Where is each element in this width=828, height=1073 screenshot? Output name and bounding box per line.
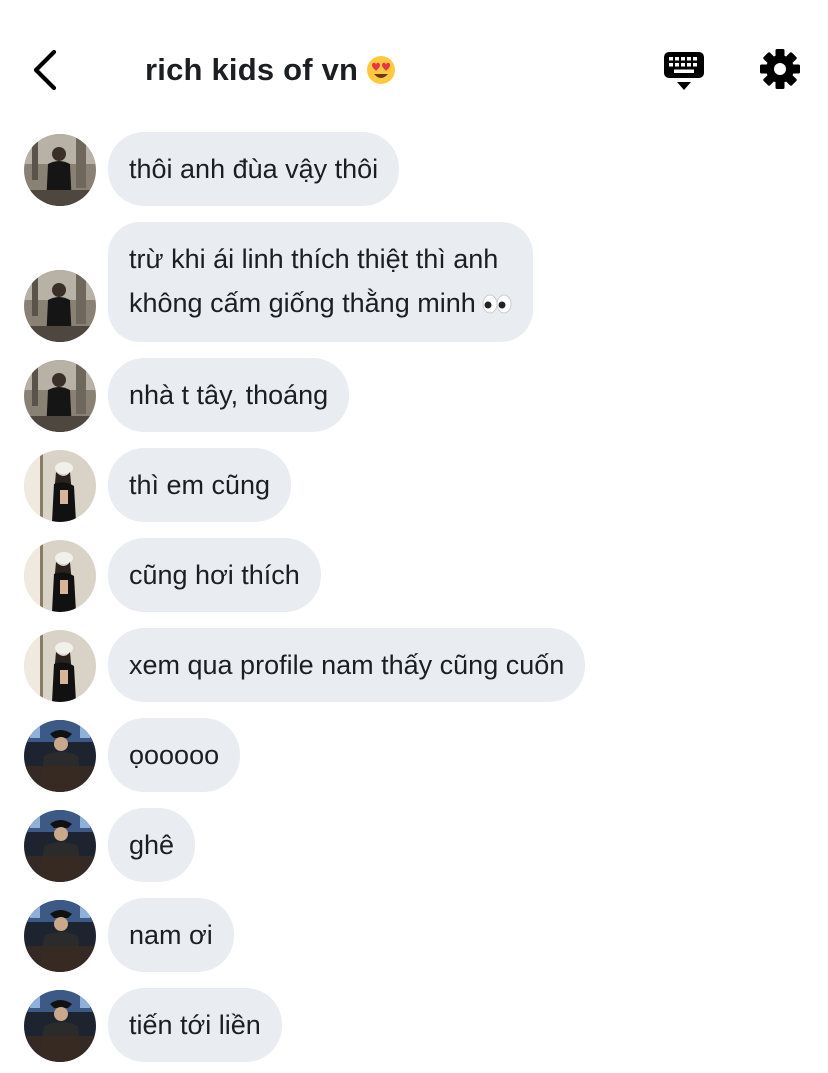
message-bubble: thôi anh đùa vậy thôi [108,132,400,206]
message-bubble: nhà t tây, thoáng [108,358,350,432]
avatar[interactable] [24,134,96,206]
keyboard-icon [664,52,704,90]
message-bubble: xem qua profile nam thấy cũng cuốn [108,628,586,702]
eyes-emoji-icon [482,294,512,314]
avatar[interactable] [24,810,96,882]
chat-header: rich kids of vn [0,0,828,120]
chevron-left-icon [33,49,57,91]
message-text-line-1: trừ khi ái linh thích thiệt thì anh [129,244,499,274]
message-text: thì em cũng [129,470,271,500]
settings-button[interactable] [758,47,802,91]
avatar[interactable] [24,450,96,522]
avatar[interactable] [24,990,96,1062]
message-bubble: tiến tới liền [108,988,282,1062]
avatar[interactable] [24,630,96,702]
message-bubble: ghê [108,808,196,882]
avatar[interactable] [24,360,96,432]
message-bubble: nam ơi [108,898,234,972]
message-text: nam ơi [129,920,213,950]
message-text: tiến tới liền [129,1010,261,1040]
avatar[interactable] [24,270,96,342]
message-text: nhà t tây, thoáng [129,380,329,410]
message-bubble: trừ khi ái linh thích thiệt thì anh khôn… [108,222,533,342]
message-text: ghê [129,830,175,860]
group-title-text: rich kids of vn [145,52,359,87]
gear-icon [760,49,800,89]
message-text: ọooooo [129,740,220,770]
message-text: xem qua profile nam thấy cũng cuốn [129,650,565,680]
message-bubble: cũng hơi thích [108,538,321,612]
avatar[interactable] [24,720,96,792]
heart-eyes-emoji-icon [367,56,396,84]
avatar[interactable] [24,540,96,612]
keyboard-button[interactable] [662,48,706,92]
avatar[interactable] [24,900,96,972]
back-button[interactable] [26,46,66,94]
message-text: thôi anh đùa vậy thôi [129,154,379,184]
message-text: cũng hơi thích [129,560,300,590]
message-bubble: ọooooo [108,718,241,792]
message-text-line-2: không cấm giống thằng minh [129,288,476,318]
group-title: rich kids of vn [145,52,396,88]
message-text-line-2-wrap: không cấm giống thằng minh [129,281,512,325]
message-bubble: thì em cũng [108,448,292,522]
